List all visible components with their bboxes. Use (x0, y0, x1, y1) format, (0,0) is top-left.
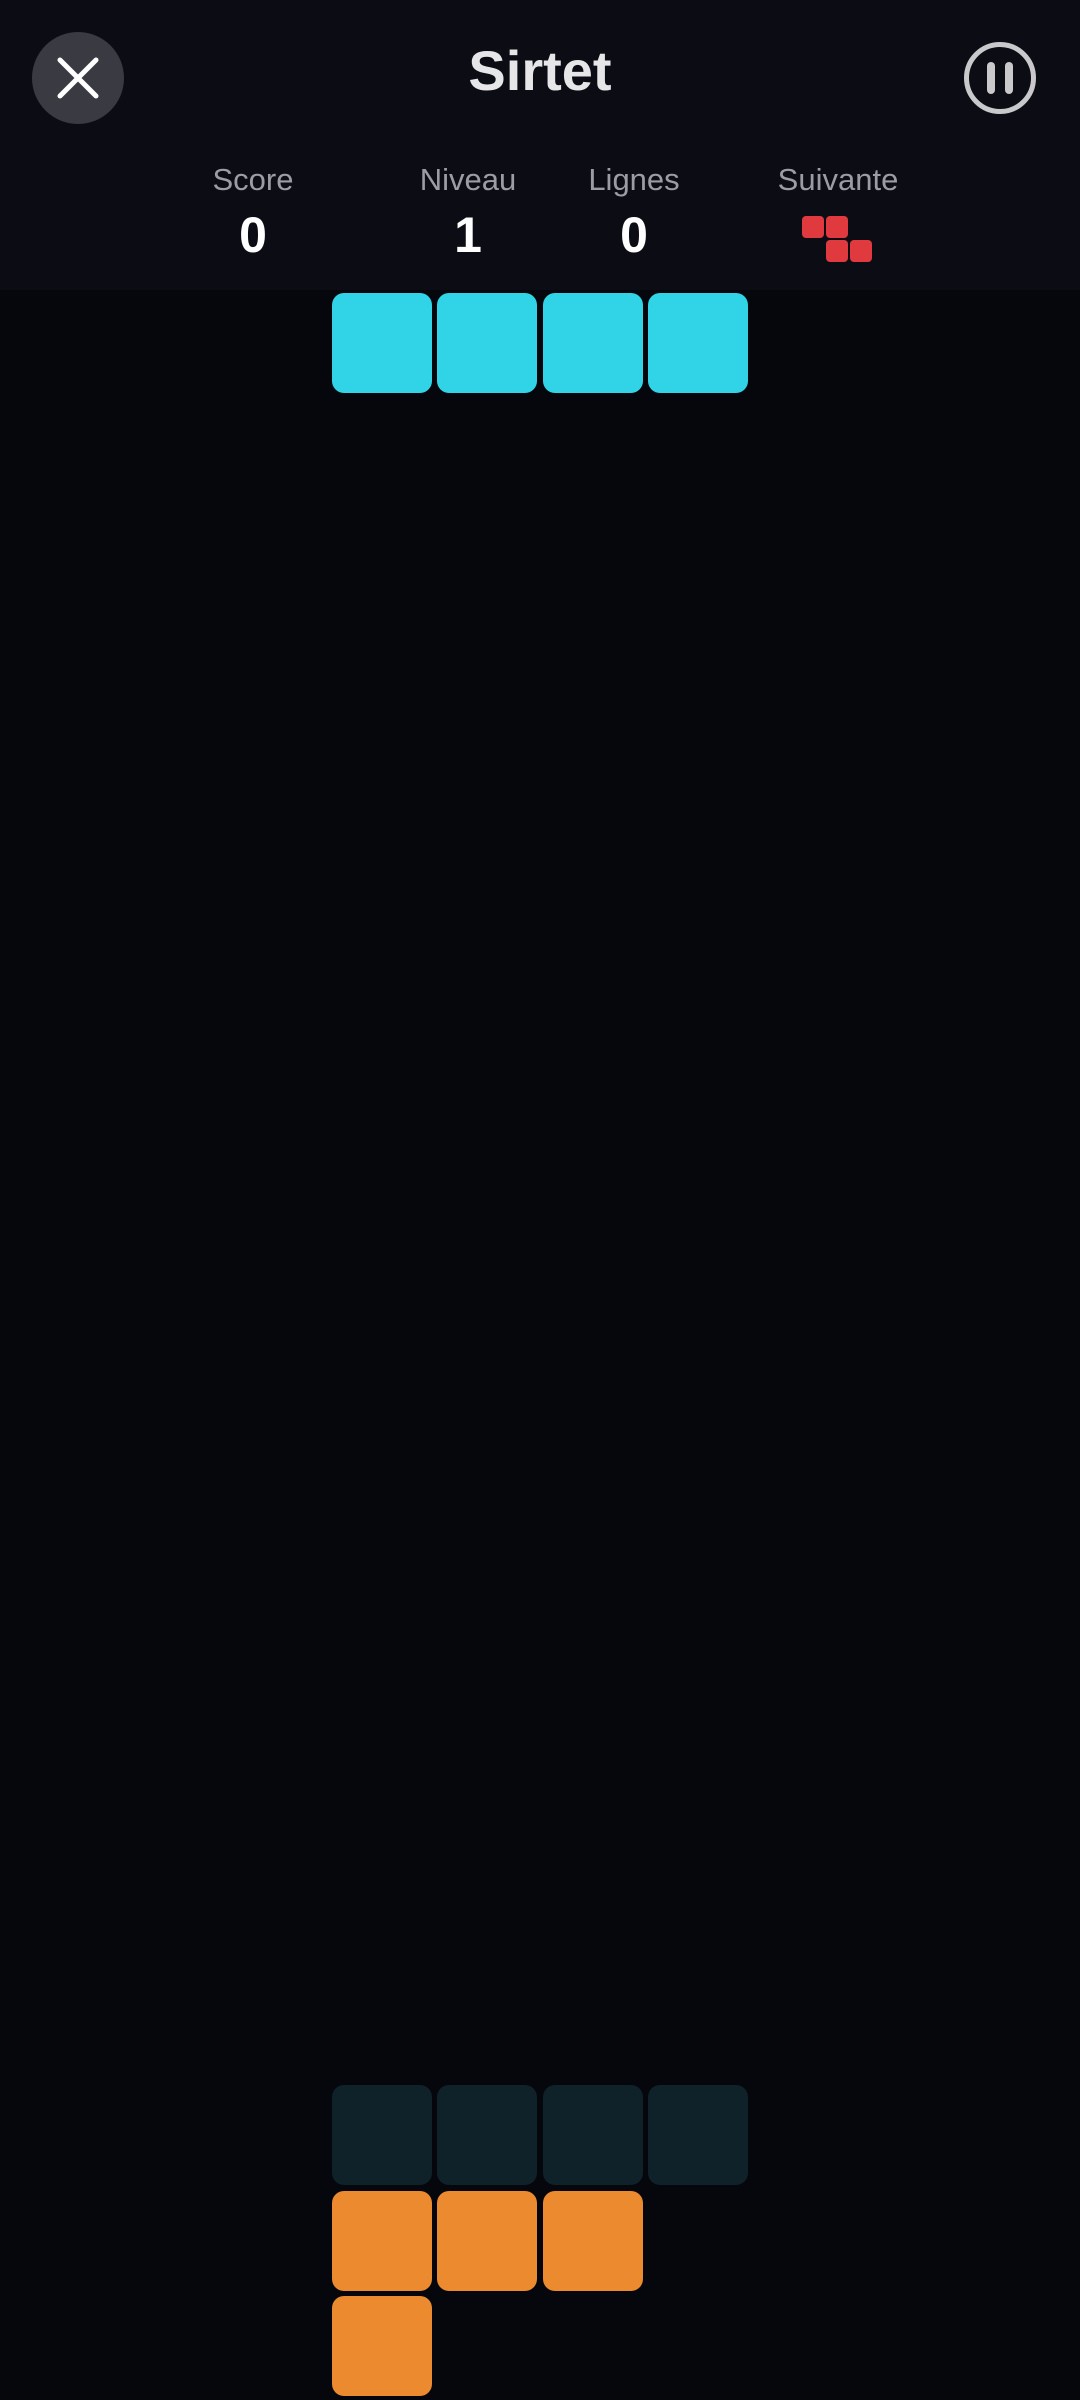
pause-icon (987, 62, 995, 94)
active-piece-cell (543, 293, 643, 393)
ghost-piece-cell (648, 2085, 748, 2185)
game-board[interactable] (0, 290, 1080, 2400)
ghost-piece-cell (543, 2085, 643, 2185)
score-stat: Score 0 (153, 160, 353, 268)
next-piece-cell (826, 240, 848, 262)
game-header: Sirtet Score 0 Niveau 1 Lignes 0 Suivant… (0, 0, 1080, 290)
lines-label: Lignes (588, 162, 680, 197)
game-title: Sirtet (468, 39, 612, 102)
next-piece-cell (802, 216, 824, 238)
pause-icon-bar (1005, 62, 1013, 94)
next-piece-cell (826, 216, 848, 238)
pause-button[interactable] (964, 42, 1036, 114)
score-label: Score (212, 162, 294, 197)
active-piece-cell (437, 293, 537, 393)
locked-piece-cell (543, 2191, 643, 2291)
lines-stat: Lignes 0 (534, 160, 734, 268)
locked-piece-cell (332, 2296, 432, 2396)
ghost-piece-cell (437, 2085, 537, 2185)
active-piece-cell (332, 293, 432, 393)
score-value: 0 (239, 207, 267, 263)
next-piece-stat: Suivante (738, 160, 938, 262)
next-piece-label: Suivante (777, 162, 899, 197)
next-piece-cell (850, 240, 872, 262)
game-screen: Sirtet Score 0 Niveau 1 Lignes 0 Suivant… (0, 0, 1080, 2400)
locked-piece-cell (332, 2191, 432, 2291)
next-piece-preview (798, 214, 878, 262)
lines-value: 0 (620, 207, 648, 263)
ghost-piece-cell (332, 2085, 432, 2185)
active-piece-cell (648, 293, 748, 393)
locked-piece-cell (437, 2191, 537, 2291)
